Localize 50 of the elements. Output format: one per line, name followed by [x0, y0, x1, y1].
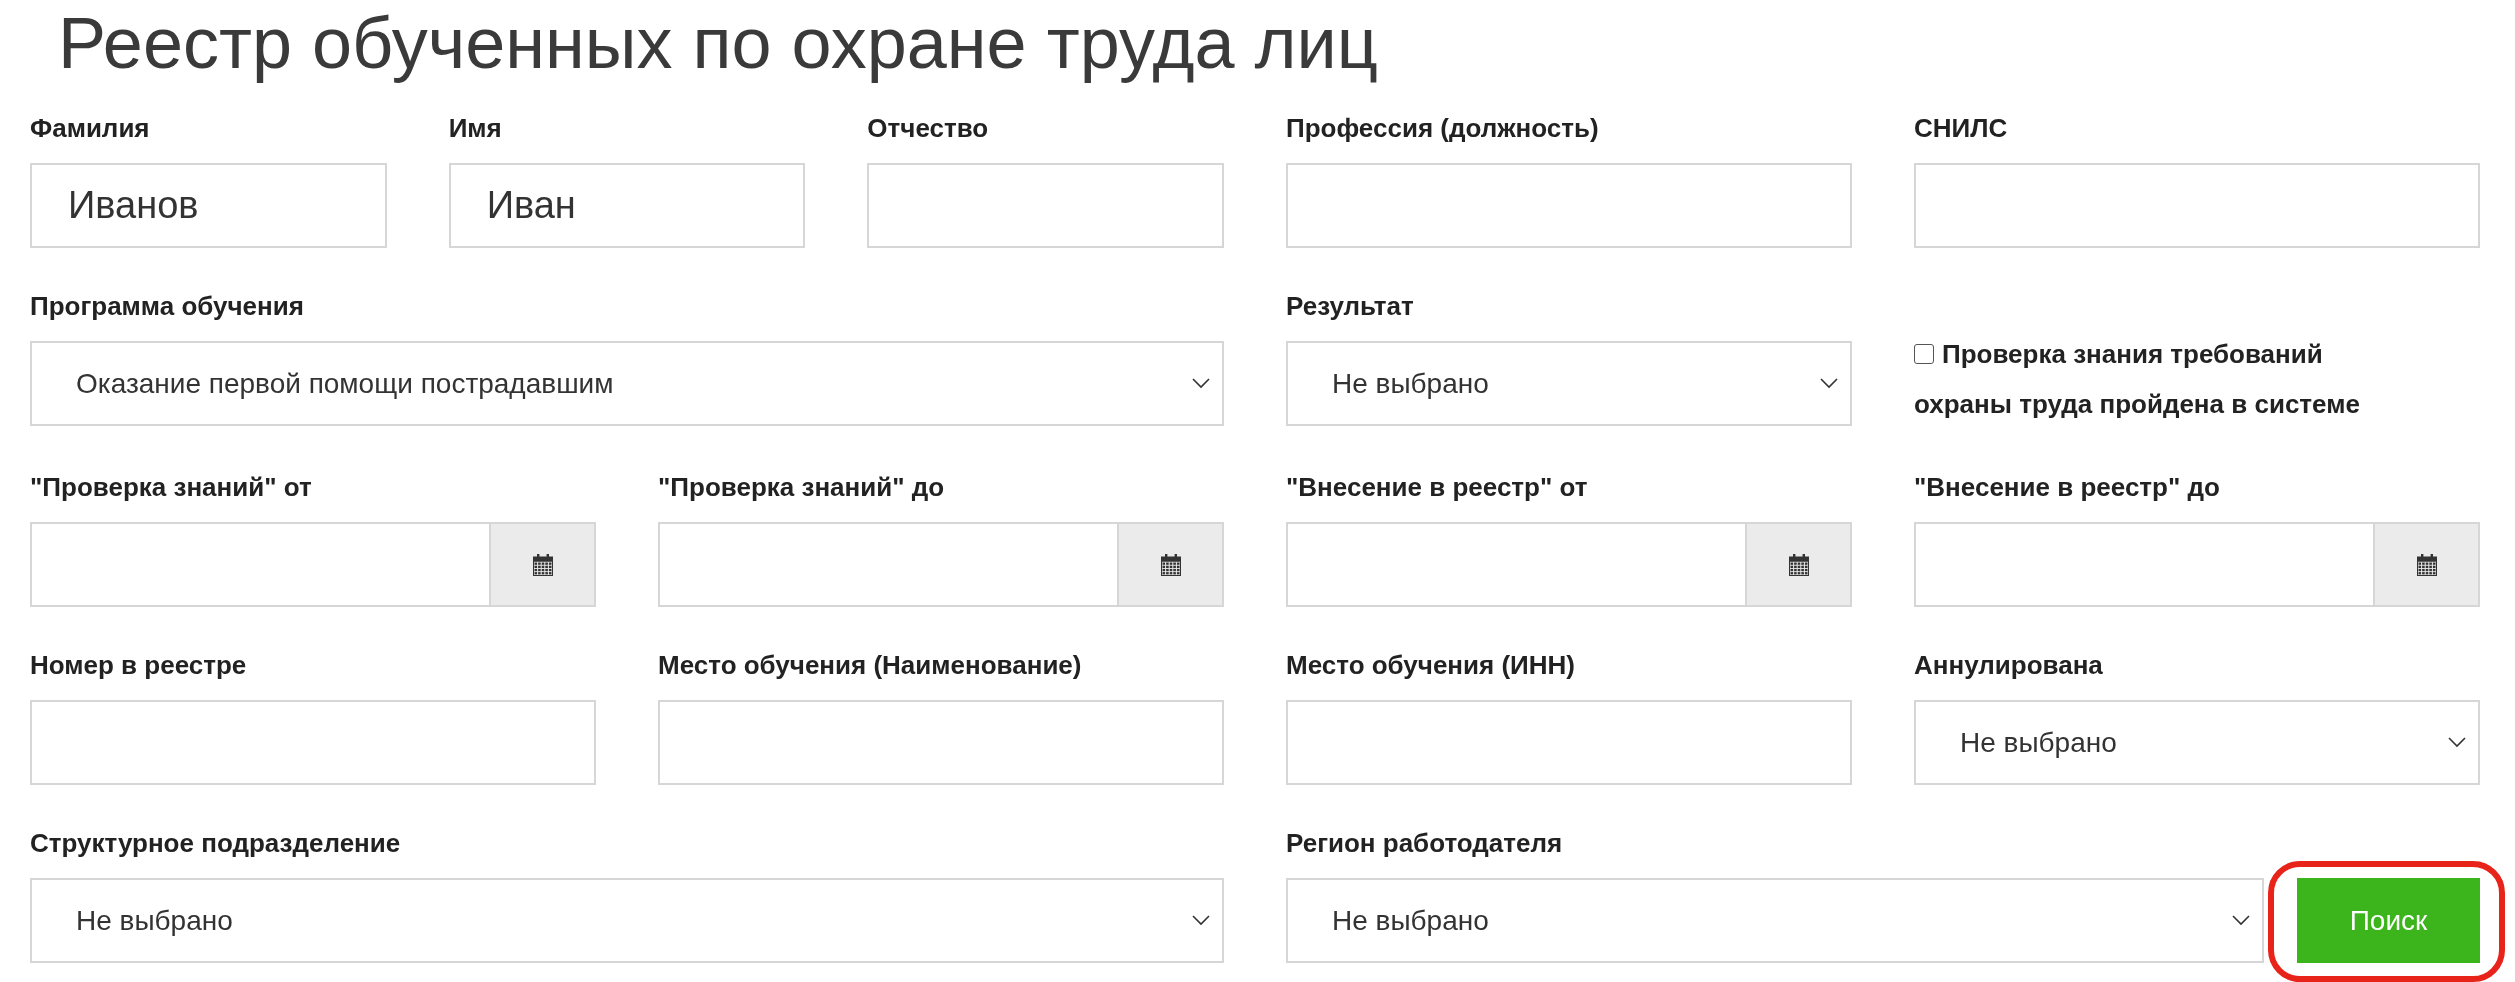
dropdown-select[interactable]: Не выбрано	[30, 878, 1224, 963]
text-input[interactable]	[1286, 700, 1852, 785]
text-input[interactable]	[1914, 163, 2480, 248]
calendar-button[interactable]	[489, 522, 596, 607]
calendar-icon	[532, 553, 553, 576]
date-input[interactable]	[1286, 522, 1745, 607]
field-label: Регион работодателя	[1286, 827, 1564, 860]
field-label: Отчество	[867, 112, 990, 145]
field-label: "Внесение в реестр" до	[1914, 471, 2221, 504]
field-label: Профессия (должность)	[1286, 112, 1600, 145]
field-label: Фамилия	[30, 112, 151, 145]
field-label: Имя	[448, 112, 503, 145]
checkbox-option[interactable]: Проверка знания требований охраны труда пройдена в системе	[1914, 329, 2424, 429]
field-label: Место обучения (Наименование)	[658, 649, 1083, 682]
chevron-down-icon	[1192, 915, 1210, 926]
text-input[interactable]	[867, 163, 1224, 248]
date-input[interactable]	[1914, 522, 2373, 607]
chevron-down-icon	[1820, 378, 1838, 389]
dropdown-select[interactable]: Не выбрано	[1286, 878, 2264, 963]
chevron-down-icon	[2232, 915, 2250, 926]
text-input[interactable]	[658, 700, 1224, 785]
date-input[interactable]	[30, 522, 489, 607]
field-label: "Проверка знаний" до	[658, 471, 946, 504]
field-label: Программа обучения	[30, 290, 305, 323]
field-label: Номер в реестре	[30, 649, 248, 682]
dropdown-select[interactable]: Оказание первой помощи пострадавшим	[30, 341, 1224, 426]
text-input[interactable]: Иванов	[30, 163, 387, 248]
chevron-down-icon	[1192, 378, 1210, 389]
field-label: "Внесение в реестр" от	[1286, 471, 1589, 504]
field-label: Аннулирована	[1914, 649, 2104, 682]
dropdown-select[interactable]: Не выбрано	[1286, 341, 1852, 426]
text-input[interactable]: Иван	[448, 163, 806, 248]
field-label: Результат	[1286, 290, 1415, 323]
calendar-icon	[1788, 553, 1809, 576]
text-input[interactable]	[1286, 163, 1852, 248]
chevron-down-icon	[2448, 737, 2466, 748]
calendar-button[interactable]	[1745, 522, 1852, 607]
dropdown-select[interactable]: Не выбрано	[1914, 700, 2480, 785]
page-title: Реестр обученных по охране труда лиц	[57, 3, 1379, 83]
calendar-icon	[1160, 553, 1181, 576]
field-label: "Проверка знаний" от	[30, 471, 313, 504]
date-input[interactable]	[658, 522, 1117, 607]
field-label: СНИЛС	[1914, 112, 2009, 145]
calendar-button[interactable]	[2373, 522, 2480, 607]
text-input[interactable]	[30, 700, 596, 785]
checkbox[interactable]	[1914, 344, 1934, 364]
calendar-icon	[2416, 553, 2437, 576]
field-label: Структурное подразделение	[30, 827, 402, 860]
field-label: Место обучения (ИНН)	[1286, 649, 1576, 682]
calendar-button[interactable]	[1117, 522, 1224, 607]
